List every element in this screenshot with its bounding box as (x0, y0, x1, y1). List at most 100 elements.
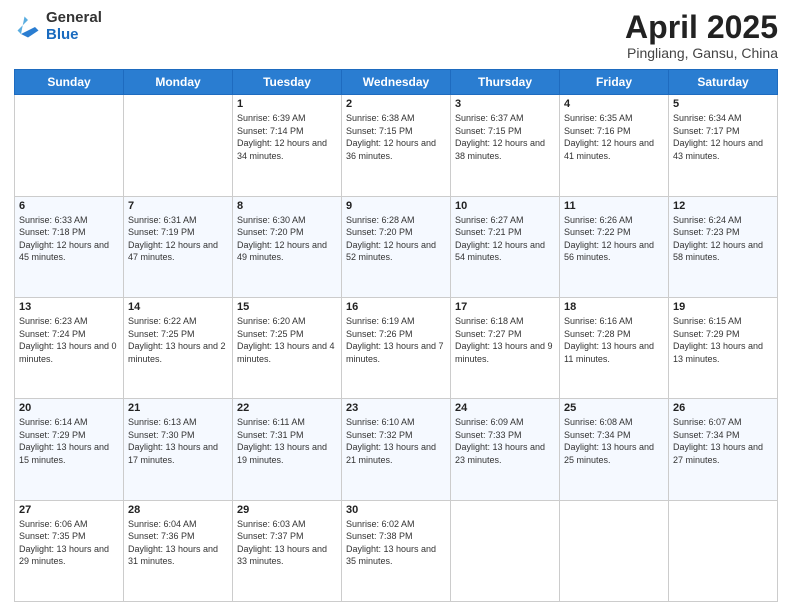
page-header: General Blue April 2025 Pingliang, Gansu… (14, 10, 778, 61)
day-number: 15 (237, 301, 337, 313)
day-number: 2 (346, 98, 446, 110)
calendar-location: Pingliang, Gansu, China (625, 45, 778, 61)
day-number: 17 (455, 301, 555, 313)
calendar-day-cell (124, 95, 233, 196)
day-info: Sunrise: 6:22 AM Sunset: 7:25 PM Dayligh… (128, 315, 228, 365)
day-number: 11 (564, 200, 664, 212)
day-info: Sunrise: 6:39 AM Sunset: 7:14 PM Dayligh… (237, 112, 337, 162)
calendar-day-cell (560, 500, 669, 601)
calendar-day-cell: 6 Sunrise: 6:33 AM Sunset: 7:18 PM Daylig… (15, 196, 124, 297)
day-number: 24 (455, 402, 555, 414)
day-info: Sunrise: 6:02 AM Sunset: 7:38 PM Dayligh… (346, 518, 446, 568)
day-of-week-header: Friday (560, 70, 669, 95)
day-info: Sunrise: 6:24 AM Sunset: 7:23 PM Dayligh… (673, 214, 773, 264)
calendar-day-cell: 1Sunrise: 6:39 AM Sunset: 7:14 PM Daylig… (233, 95, 342, 196)
day-number: 28 (128, 504, 228, 516)
day-info: Sunrise: 6:20 AM Sunset: 7:25 PM Dayligh… (237, 315, 337, 365)
day-number: 25 (564, 402, 664, 414)
day-info: Sunrise: 6:26 AM Sunset: 7:22 PM Dayligh… (564, 214, 664, 264)
day-info: Sunrise: 6:07 AM Sunset: 7:34 PM Dayligh… (673, 416, 773, 466)
day-of-week-header: Thursday (451, 70, 560, 95)
day-number: 10 (455, 200, 555, 212)
calendar-week-row: 13 Sunrise: 6:23 AM Sunset: 7:24 PM Dayli… (15, 297, 778, 398)
day-info: Sunrise: 6:11 AM Sunset: 7:31 PM Dayligh… (237, 416, 337, 466)
calendar-day-cell: 28 Sunrise: 6:04 AM Sunset: 7:36 PM Dayli… (124, 500, 233, 601)
calendar-day-cell: 4 Sunrise: 6:35 AM Sunset: 7:16 PM Daylig… (560, 95, 669, 196)
day-info: Sunrise: 6:16 AM Sunset: 7:28 PM Dayligh… (564, 315, 664, 365)
calendar-week-row: 6 Sunrise: 6:33 AM Sunset: 7:18 PM Daylig… (15, 196, 778, 297)
day-number: 19 (673, 301, 773, 313)
calendar-week-row: 1Sunrise: 6:39 AM Sunset: 7:14 PM Daylig… (15, 95, 778, 196)
day-number: 20 (19, 402, 119, 414)
day-number: 4 (564, 98, 664, 110)
day-number: 9 (346, 200, 446, 212)
day-number: 8 (237, 200, 337, 212)
day-info: Sunrise: 6:06 AM Sunset: 7:35 PM Dayligh… (19, 518, 119, 568)
day-info: Sunrise: 6:34 AM Sunset: 7:17 PM Dayligh… (673, 112, 773, 162)
day-info: Sunrise: 6:23 AM Sunset: 7:24 PM Dayligh… (19, 315, 119, 365)
day-info: Sunrise: 6:10 AM Sunset: 7:32 PM Dayligh… (346, 416, 446, 466)
day-info: Sunrise: 6:18 AM Sunset: 7:27 PM Dayligh… (455, 315, 555, 365)
calendar-day-cell: 26 Sunrise: 6:07 AM Sunset: 7:34 PM Dayli… (669, 399, 778, 500)
calendar-header-row: SundayMondayTuesdayWednesdayThursdayFrid… (15, 70, 778, 95)
calendar-day-cell: 27 Sunrise: 6:06 AM Sunset: 7:35 PM Dayli… (15, 500, 124, 601)
day-number: 13 (19, 301, 119, 313)
calendar-day-cell: 30 Sunrise: 6:02 AM Sunset: 7:38 PM Dayli… (342, 500, 451, 601)
calendar-day-cell: 25 Sunrise: 6:08 AM Sunset: 7:34 PM Dayli… (560, 399, 669, 500)
calendar-day-cell: 9Sunrise: 6:28 AM Sunset: 7:20 PM Daylig… (342, 196, 451, 297)
day-info: Sunrise: 6:30 AM Sunset: 7:20 PM Dayligh… (237, 214, 337, 264)
calendar-day-cell: 12 Sunrise: 6:24 AM Sunset: 7:23 PM Dayli… (669, 196, 778, 297)
title-block: April 2025 Pingliang, Gansu, China (625, 10, 778, 61)
calendar-day-cell: 8 Sunrise: 6:30 AM Sunset: 7:20 PM Daylig… (233, 196, 342, 297)
day-info: Sunrise: 6:09 AM Sunset: 7:33 PM Dayligh… (455, 416, 555, 466)
calendar-day-cell: 18 Sunrise: 6:16 AM Sunset: 7:28 PM Dayli… (560, 297, 669, 398)
day-number: 6 (19, 200, 119, 212)
calendar-day-cell: 7Sunrise: 6:31 AM Sunset: 7:19 PM Daylig… (124, 196, 233, 297)
day-number: 21 (128, 402, 228, 414)
calendar-day-cell: 15 Sunrise: 6:20 AM Sunset: 7:25 PM Dayli… (233, 297, 342, 398)
calendar-day-cell (669, 500, 778, 601)
day-number: 14 (128, 301, 228, 313)
logo-icon (14, 13, 42, 41)
day-info: Sunrise: 6:27 AM Sunset: 7:21 PM Dayligh… (455, 214, 555, 264)
calendar-day-cell: 2Sunrise: 6:38 AM Sunset: 7:15 PM Daylig… (342, 95, 451, 196)
calendar-day-cell: 21 Sunrise: 6:13 AM Sunset: 7:30 PM Dayli… (124, 399, 233, 500)
day-number: 22 (237, 402, 337, 414)
day-info: Sunrise: 6:04 AM Sunset: 7:36 PM Dayligh… (128, 518, 228, 568)
logo-blue-text: Blue (46, 27, 102, 44)
calendar-day-cell: 13 Sunrise: 6:23 AM Sunset: 7:24 PM Dayli… (15, 297, 124, 398)
day-number: 30 (346, 504, 446, 516)
day-number: 26 (673, 402, 773, 414)
calendar-day-cell: 24 Sunrise: 6:09 AM Sunset: 7:33 PM Dayli… (451, 399, 560, 500)
calendar-day-cell: 11 Sunrise: 6:26 AM Sunset: 7:22 PM Dayli… (560, 196, 669, 297)
day-of-week-header: Wednesday (342, 70, 451, 95)
calendar-day-cell: 19 Sunrise: 6:15 AM Sunset: 7:29 PM Dayli… (669, 297, 778, 398)
day-number: 27 (19, 504, 119, 516)
calendar-day-cell: 23 Sunrise: 6:10 AM Sunset: 7:32 PM Dayli… (342, 399, 451, 500)
logo: General Blue (14, 10, 102, 43)
day-number: 29 (237, 504, 337, 516)
day-number: 18 (564, 301, 664, 313)
day-number: 12 (673, 200, 773, 212)
logo-text: General Blue (46, 10, 102, 43)
day-number: 7 (128, 200, 228, 212)
day-info: Sunrise: 6:33 AM Sunset: 7:18 PM Dayligh… (19, 214, 119, 264)
day-info: Sunrise: 6:03 AM Sunset: 7:37 PM Dayligh… (237, 518, 337, 568)
calendar-day-cell: 20 Sunrise: 6:14 AM Sunset: 7:29 PM Dayli… (15, 399, 124, 500)
day-info: Sunrise: 6:14 AM Sunset: 7:29 PM Dayligh… (19, 416, 119, 466)
day-number: 3 (455, 98, 555, 110)
calendar-title: April 2025 (625, 10, 778, 45)
day-info: Sunrise: 6:08 AM Sunset: 7:34 PM Dayligh… (564, 416, 664, 466)
day-number: 16 (346, 301, 446, 313)
calendar-day-cell: 10 Sunrise: 6:27 AM Sunset: 7:21 PM Dayli… (451, 196, 560, 297)
calendar-table: SundayMondayTuesdayWednesdayThursdayFrid… (14, 69, 778, 602)
day-number: 23 (346, 402, 446, 414)
day-info: Sunrise: 6:13 AM Sunset: 7:30 PM Dayligh… (128, 416, 228, 466)
calendar-day-cell: 14 Sunrise: 6:22 AM Sunset: 7:25 PM Dayli… (124, 297, 233, 398)
calendar-day-cell (15, 95, 124, 196)
day-of-week-header: Sunday (15, 70, 124, 95)
day-of-week-header: Saturday (669, 70, 778, 95)
day-info: Sunrise: 6:35 AM Sunset: 7:16 PM Dayligh… (564, 112, 664, 162)
day-info: Sunrise: 6:15 AM Sunset: 7:29 PM Dayligh… (673, 315, 773, 365)
calendar-day-cell: 29 Sunrise: 6:03 AM Sunset: 7:37 PM Dayli… (233, 500, 342, 601)
